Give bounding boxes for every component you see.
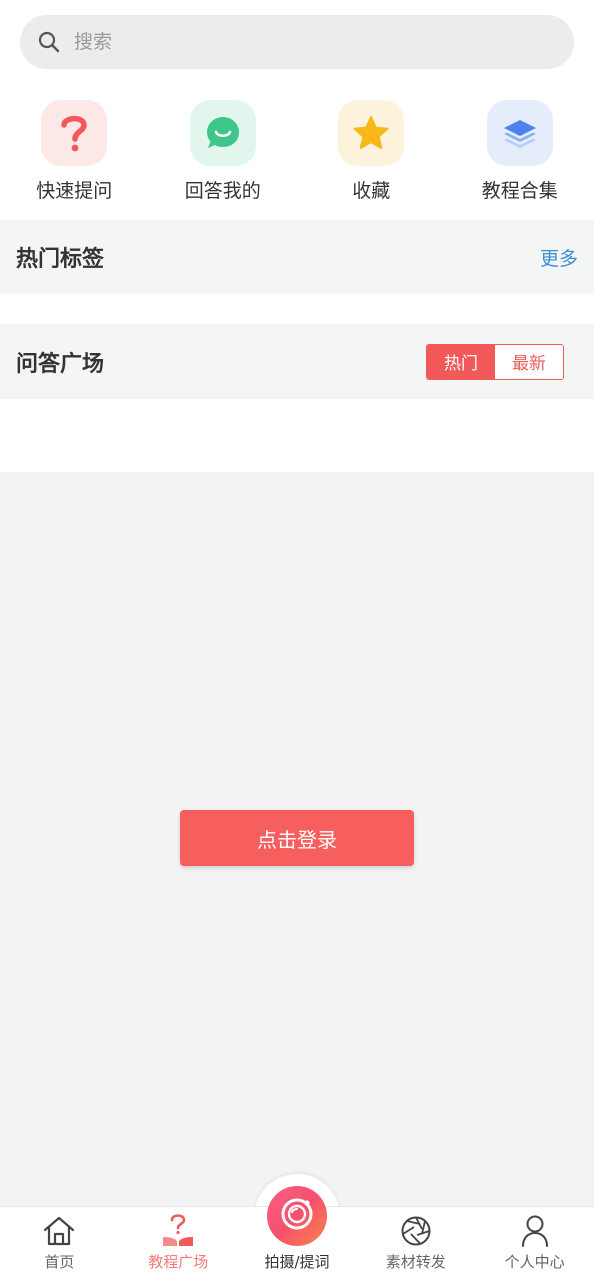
tutorial-book-icon xyxy=(160,1213,196,1249)
star-icon xyxy=(338,100,405,166)
layers-icon xyxy=(486,100,553,166)
search-input[interactable] xyxy=(74,31,524,53)
quick-ask-label: 快速提问 xyxy=(36,180,113,202)
search-bar[interactable] xyxy=(20,15,574,69)
tab-tutorials-label: 教程广场 xyxy=(148,1253,209,1271)
quick-ask-button[interactable]: 快速提问 xyxy=(0,100,149,210)
question-icon xyxy=(41,100,108,166)
home-icon xyxy=(41,1213,77,1249)
tab-hot[interactable]: 热门 xyxy=(427,344,495,379)
tab-materials[interactable]: 素材转发 xyxy=(356,1207,475,1280)
quick-tutorials-label: 教程合集 xyxy=(481,180,558,202)
quick-tutorials-button[interactable]: 教程合集 xyxy=(446,100,594,210)
camera-button[interactable] xyxy=(267,1186,327,1246)
tab-tutorials[interactable]: 教程广场 xyxy=(119,1207,238,1280)
sort-toggle: 热门 最新 xyxy=(426,343,564,380)
login-button[interactable]: 点击登录 xyxy=(180,810,414,866)
chat-bubble-icon xyxy=(189,100,256,166)
quick-favorites-label: 收藏 xyxy=(352,180,391,202)
quick-favorites-button[interactable]: 收藏 xyxy=(297,100,446,210)
quick-answered-label: 回答我的 xyxy=(184,180,261,202)
quick-actions: 快速提问 回答我的 收藏 教程合集 xyxy=(0,100,594,210)
qa-plaza-header: 问答广场 热门 最新 xyxy=(0,324,594,399)
tab-camera-label: 拍摄/提词 xyxy=(264,1253,330,1271)
tab-profile[interactable]: 个人中心 xyxy=(475,1207,594,1280)
hot-tags-header: 热门标签 更多 xyxy=(0,220,594,294)
aperture-icon xyxy=(398,1213,434,1249)
more-link[interactable]: 更多 xyxy=(540,244,578,271)
tab-home-label: 首页 xyxy=(44,1253,75,1271)
hot-tags-title: 热门标签 xyxy=(16,247,105,272)
tab-materials-label: 素材转发 xyxy=(385,1253,446,1271)
tab-newest[interactable]: 最新 xyxy=(495,344,563,379)
tab-home[interactable]: 首页 xyxy=(0,1207,119,1280)
search-icon xyxy=(38,31,60,53)
quick-answered-button[interactable]: 回答我的 xyxy=(149,100,298,210)
user-icon xyxy=(517,1213,553,1249)
tab-profile-label: 个人中心 xyxy=(504,1253,565,1271)
camera-icon xyxy=(278,1195,316,1237)
qa-plaza-title: 问答广场 xyxy=(16,351,105,377)
